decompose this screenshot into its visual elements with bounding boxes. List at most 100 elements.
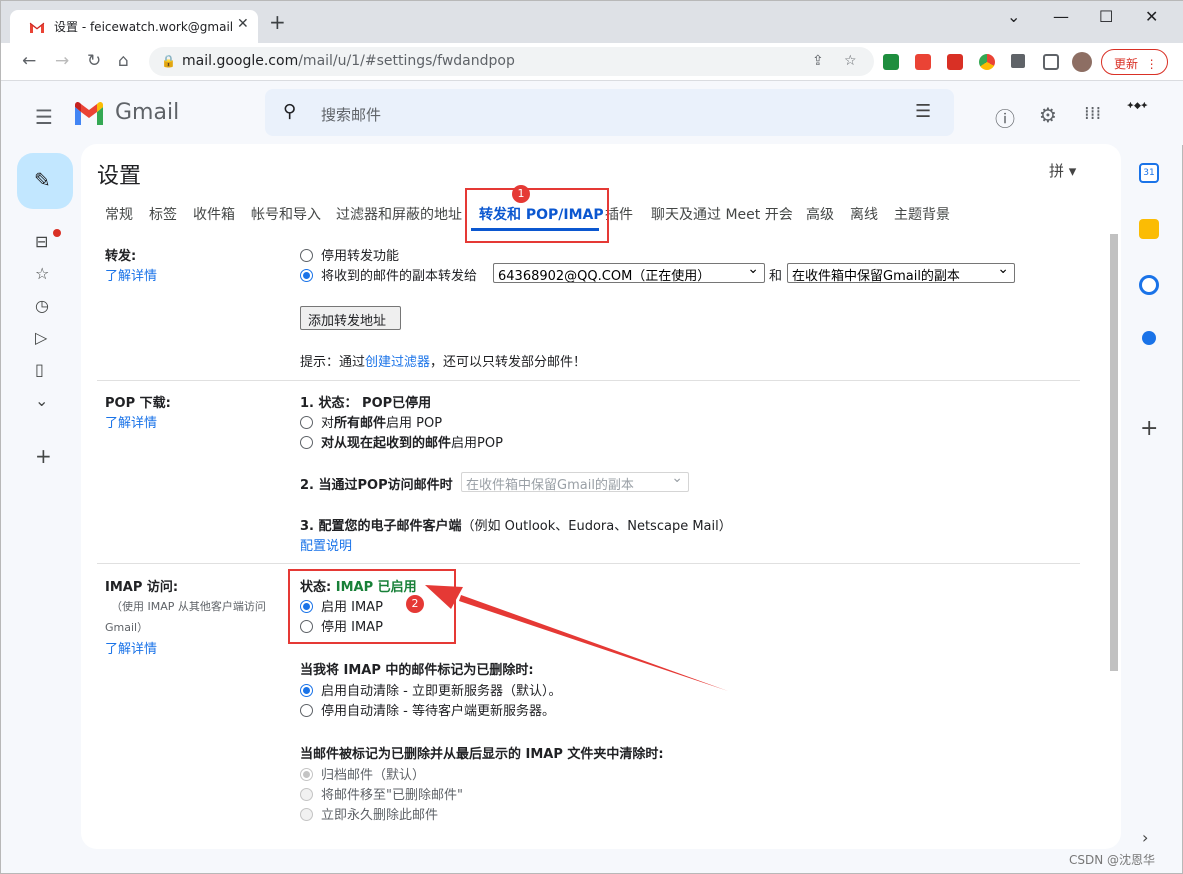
annotation-box-1 xyxy=(465,188,609,243)
keep-icon[interactable] xyxy=(1139,219,1159,239)
page-title: 设置 xyxy=(97,164,142,189)
watermark: CSDN @沈恩华 xyxy=(1069,853,1156,867)
settings-gear-icon[interactable]: ⚙ xyxy=(1039,103,1057,127)
pop-all-radio[interactable] xyxy=(300,416,313,429)
search-bar[interactable]: ⚲ 搜索邮件 ☰ xyxy=(265,89,954,136)
move-trash-label: 将邮件移至"已删除邮件" xyxy=(321,788,463,803)
annotation-badge-1: 1 xyxy=(512,185,530,203)
c-extension-icon[interactable] xyxy=(915,54,931,70)
pop-from-now-radio[interactable] xyxy=(300,436,313,449)
url-text: mail.google.com/mail/u/1/#settings/fwdan… xyxy=(182,53,515,69)
tasks-icon[interactable] xyxy=(1139,275,1159,295)
forwarding-enable-radio[interactable] xyxy=(300,269,313,282)
auto-expunge-on-radio[interactable] xyxy=(300,684,313,697)
tab-addons[interactable]: 插件 xyxy=(605,204,633,224)
back-icon[interactable]: ← xyxy=(22,52,36,70)
drafts-icon[interactable]: ▯ xyxy=(35,360,44,379)
address-bar[interactable]: 🔒 mail.google.com/mail/u/1/#settings/fwd… xyxy=(149,47,874,76)
pop-all-label: 对所有邮件启用 POP xyxy=(321,416,443,431)
move-trash-radio[interactable] xyxy=(300,788,313,801)
search-icon[interactable]: ⚲ xyxy=(283,101,296,122)
download-extension-icon[interactable] xyxy=(883,54,899,70)
help-icon[interactable]: ⓘ xyxy=(995,103,1015,132)
pop-access-select[interactable]: 在收件箱中保留Gmail的副本 xyxy=(461,472,689,492)
maximize-icon[interactable]: ☐ xyxy=(1099,7,1113,26)
input-tool-selector[interactable]: 拼 ▾ xyxy=(1049,160,1076,181)
inbox-icon[interactable]: ⊟ xyxy=(35,232,48,251)
side-panel-icon[interactable] xyxy=(1043,54,1059,70)
pencil-icon: ✎ xyxy=(34,168,51,192)
share-icon[interactable]: ⇪ xyxy=(812,53,824,69)
tab-strip: 设置 - feicewatch.work@gmail ✕ + ⌄ — ☐ ✕ xyxy=(1,1,1183,43)
forward-address-select[interactable]: 64368902@QQ.COM（正在使用） xyxy=(493,263,765,283)
pop-learn-more-link[interactable]: 了解详情 xyxy=(105,412,157,431)
forwarding-disable-label: 停用转发功能 xyxy=(321,249,400,264)
browser-window: 设置 - feicewatch.work@gmail ✕ + ⌄ — ☐ ✕ ←… xyxy=(0,0,1183,874)
extensions-puzzle-icon[interactable] xyxy=(1011,54,1025,68)
forwarding-label: 转发: xyxy=(105,249,137,264)
auto-expunge-off-label: 停用自动清除 - 等待客户端更新服务器。 xyxy=(321,704,555,719)
tab-themes[interactable]: 主题背景 xyxy=(894,204,950,224)
scrollbar[interactable] xyxy=(1110,234,1118,671)
delete-forever-radio[interactable] xyxy=(300,808,313,821)
chrome-extension-icon[interactable] xyxy=(979,54,995,70)
apps-grid-icon[interactable]: ⁞⁞⁞ xyxy=(1084,103,1101,124)
browser-toolbar: ← → ↻ ⌂ 🔒 mail.google.com/mail/u/1/#sett… xyxy=(1,43,1183,81)
tab-title: 设置 - feicewatch.work@gmail xyxy=(54,20,234,34)
more-icon[interactable]: ⌄ xyxy=(35,391,48,410)
archive-radio[interactable] xyxy=(300,768,313,781)
minimize-icon[interactable]: — xyxy=(1053,7,1069,26)
auto-expunge-off-radio[interactable] xyxy=(300,704,313,717)
tab-general[interactable]: 常规 xyxy=(105,204,133,224)
fe-extension-icon[interactable] xyxy=(947,54,963,70)
bookmark-star-icon[interactable]: ☆ xyxy=(844,53,857,69)
browser-tab[interactable]: 设置 - feicewatch.work@gmail ✕ xyxy=(10,10,258,43)
add-label-icon[interactable]: + xyxy=(35,444,52,468)
imap-expunge-heading: 当邮件被标记为已删除并从最后显示的 IMAP 文件夹中清除时: xyxy=(300,747,664,762)
close-window-icon[interactable]: ✕ xyxy=(1145,7,1158,26)
calendar-icon[interactable]: 31 xyxy=(1139,163,1159,183)
imap-learn-more-link[interactable]: 了解详情 xyxy=(105,638,157,657)
add-forwarding-address-button[interactable]: 添加转发地址 xyxy=(300,306,401,330)
tab-filters[interactable]: 过滤器和屏蔽的地址 xyxy=(336,204,462,224)
new-tab-icon[interactable]: + xyxy=(269,12,286,32)
pop-configure: 3. 配置您的电子邮件客户端（例如 Outlook、Eudora、Netscap… xyxy=(300,519,732,534)
tab-labels[interactable]: 标签 xyxy=(149,204,177,224)
tab-search-icon[interactable]: ⌄ xyxy=(1007,7,1020,26)
get-addons-icon[interactable]: + xyxy=(1140,416,1158,441)
forwarding-tip: 提示：通过创建过滤器，还可以只转发部分邮件！ xyxy=(300,355,587,370)
reload-icon[interactable]: ↻ xyxy=(87,52,101,70)
show-side-panel-icon[interactable]: › xyxy=(1142,828,1148,847)
imap-sub2: Gmail） xyxy=(105,621,149,634)
forward-icon[interactable]: → xyxy=(55,52,69,70)
snoozed-icon[interactable]: ◷ xyxy=(35,296,49,315)
close-tab-icon[interactable]: ✕ xyxy=(237,16,249,32)
forward-keep-select[interactable]: 在收件箱中保留Gmail的副本 xyxy=(787,263,1015,283)
annotation-arrow-icon xyxy=(425,585,728,691)
settings-panel: 设置 拼 ▾ 常规 标签 收件箱 帐号和导入 过滤器和屏蔽的地址 转发和 POP… xyxy=(81,144,1121,849)
configure-instructions-link[interactable]: 配置说明 xyxy=(300,535,352,554)
account-logo-icon[interactable]: ⯌◆⯌ xyxy=(1127,101,1155,123)
forwarding-learn-more-link[interactable]: 了解详情 xyxy=(105,265,157,284)
gmail-brand: Gmail xyxy=(115,100,180,125)
tab-accounts[interactable]: 帐号和导入 xyxy=(251,204,321,224)
tab-chat-meet[interactable]: 聊天及通过 Meet 开会 xyxy=(651,204,793,224)
profile-avatar[interactable] xyxy=(1072,52,1092,72)
tab-offline[interactable]: 离线 xyxy=(850,204,878,224)
pop-access-label: 2. 当通过POP访问邮件时 xyxy=(300,478,453,493)
starred-icon[interactable]: ☆ xyxy=(35,264,49,283)
create-filter-link[interactable]: 创建过滤器 xyxy=(365,355,430,370)
delete-forever-label: 立即永久删除此邮件 xyxy=(321,808,439,823)
update-button[interactable]: 更新 ⋮ xyxy=(1101,49,1168,75)
sent-icon[interactable]: ▷ xyxy=(35,328,47,347)
search-input[interactable]: 搜索邮件 xyxy=(321,104,381,125)
tab-inbox[interactable]: 收件箱 xyxy=(193,204,235,224)
contacts-icon[interactable] xyxy=(1142,331,1156,345)
tab-advanced[interactable]: 高级 xyxy=(806,204,834,224)
compose-button[interactable]: ✎ xyxy=(17,153,73,209)
home-icon[interactable]: ⌂ xyxy=(118,52,129,70)
search-options-icon[interactable]: ☰ xyxy=(915,101,931,122)
main-menu-icon[interactable]: ☰ xyxy=(35,105,53,129)
forwarding-disable-radio[interactable] xyxy=(300,249,313,262)
divider xyxy=(97,563,1080,564)
